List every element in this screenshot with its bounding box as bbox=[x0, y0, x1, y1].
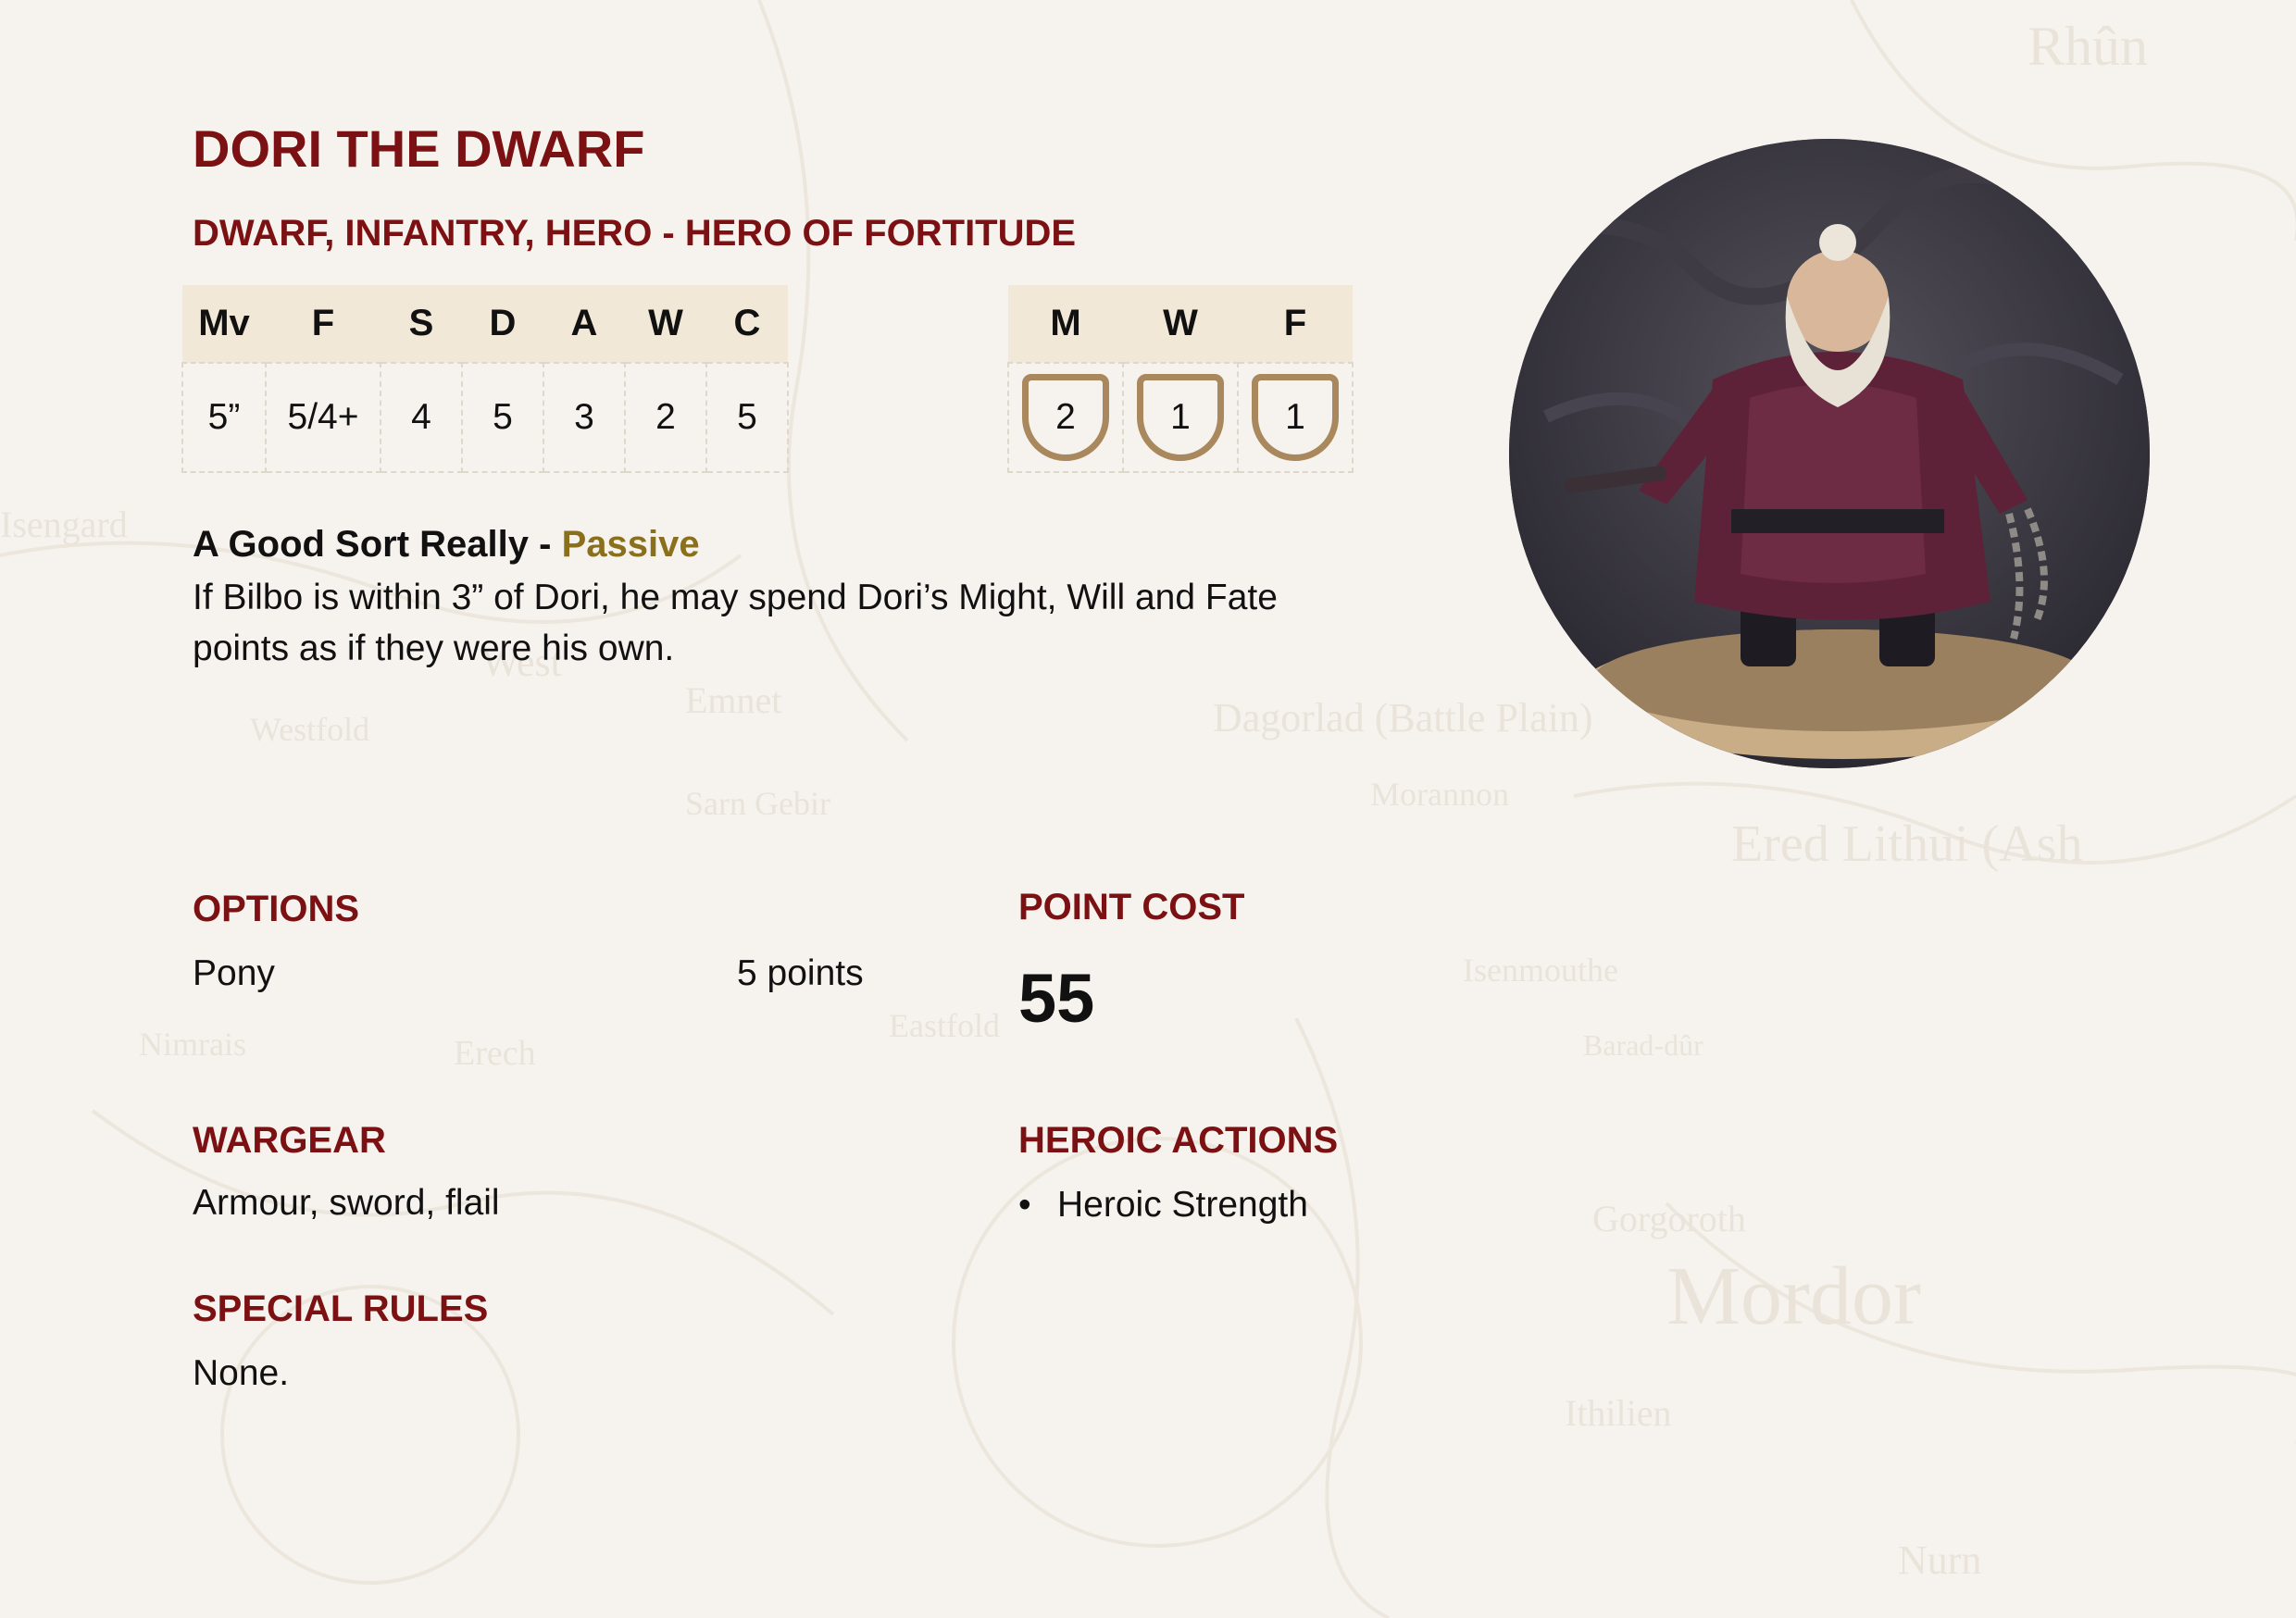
fate-header: F bbox=[1238, 285, 1353, 363]
ability-description: If Bilbo is within 3” of Dori, he may sp… bbox=[193, 578, 1278, 668]
will-header: W bbox=[1123, 285, 1238, 363]
map-label: Nimrais bbox=[139, 1026, 246, 1063]
heroic-actions-list: Heroic Strength bbox=[1018, 1185, 1308, 1226]
map-label: Isengard bbox=[0, 504, 128, 545]
stat-value-d: 5 bbox=[461, 362, 544, 473]
wargear-heading: WARGEAR bbox=[193, 1120, 386, 1161]
stat-value-w: 2 bbox=[624, 362, 707, 473]
heroic-action-item: Heroic Strength bbox=[1018, 1185, 1308, 1226]
map-label: Isenmouthe bbox=[1463, 952, 1618, 989]
map-label: Westfold bbox=[250, 711, 369, 748]
map-label: Sarn Gebir bbox=[685, 785, 830, 822]
option-cost: 5 points bbox=[737, 953, 864, 993]
characteristics-table: Mv F S D A W C 5” 5/4+ 4 5 3 2 5 bbox=[181, 285, 789, 473]
will-value: 1 bbox=[1137, 374, 1224, 461]
miniature-photo bbox=[1509, 139, 2150, 768]
map-label: Ithilien bbox=[1565, 1392, 1672, 1434]
map-label: Dagorlad (Battle Plain) bbox=[1213, 695, 1593, 741]
map-label: Gorgoroth bbox=[1592, 1198, 1746, 1239]
stat-header-c: C bbox=[706, 285, 788, 363]
point-cost-heading: POINT COST bbox=[1018, 887, 1245, 927]
map-label: Ered Lithui (Ash bbox=[1731, 815, 2082, 873]
stat-header-a: A bbox=[543, 285, 625, 363]
wargear-text: Armour, sword, flail bbox=[193, 1183, 500, 1223]
options-heading: OPTIONS bbox=[193, 889, 360, 929]
miniature-image bbox=[1509, 139, 2150, 768]
ability-type: Passive bbox=[561, 524, 700, 565]
special-rules-heading: SPECIAL RULES bbox=[193, 1288, 489, 1329]
map-label: Mordor bbox=[1666, 1251, 1921, 1342]
stat-header-d: D bbox=[462, 285, 543, 363]
might-header: M bbox=[1008, 285, 1123, 363]
ability-heading: A Good Sort Really - Passive bbox=[193, 524, 700, 566]
map-label: Rhûn bbox=[2028, 16, 2148, 77]
stat-value-a: 3 bbox=[543, 362, 626, 473]
map-label: Nurn bbox=[1898, 1537, 1981, 1583]
stat-header-f: F bbox=[266, 285, 381, 363]
stat-value-s: 4 bbox=[380, 362, 463, 473]
map-label: Erech bbox=[454, 1034, 536, 1073]
ability-separator: - bbox=[529, 524, 562, 565]
stat-value-c: 5 bbox=[705, 362, 789, 473]
special-rules-text: None. bbox=[193, 1353, 290, 1393]
point-cost-value: 55 bbox=[1018, 960, 1095, 1037]
stat-header-w: W bbox=[625, 285, 706, 363]
map-label: Morannon bbox=[1370, 776, 1509, 813]
heroic-actions-heading: HEROIC ACTIONS bbox=[1018, 1120, 1339, 1161]
stat-header-mv: Mv bbox=[182, 285, 266, 363]
map-label: Eastfold bbox=[889, 1007, 1000, 1044]
stat-header-s: S bbox=[381, 285, 462, 363]
might-will-fate-table: M W F 2 1 1 bbox=[1007, 285, 1354, 473]
stat-value-mv: 5” bbox=[181, 362, 267, 473]
stat-value-f: 5/4+ bbox=[265, 362, 381, 473]
fate-value: 1 bbox=[1252, 374, 1339, 461]
option-name: Pony bbox=[193, 953, 275, 993]
map-label: Barad-dûr bbox=[1583, 1028, 1703, 1062]
unit-name: DORI THE DWARF bbox=[193, 119, 645, 178]
unit-keywords: DWARF, INFANTRY, HERO - HERO OF FORTITUD… bbox=[193, 213, 1077, 254]
ability-name: A Good Sort Really bbox=[193, 524, 530, 565]
map-label: Emnet bbox=[685, 679, 781, 721]
might-value: 2 bbox=[1022, 374, 1109, 461]
